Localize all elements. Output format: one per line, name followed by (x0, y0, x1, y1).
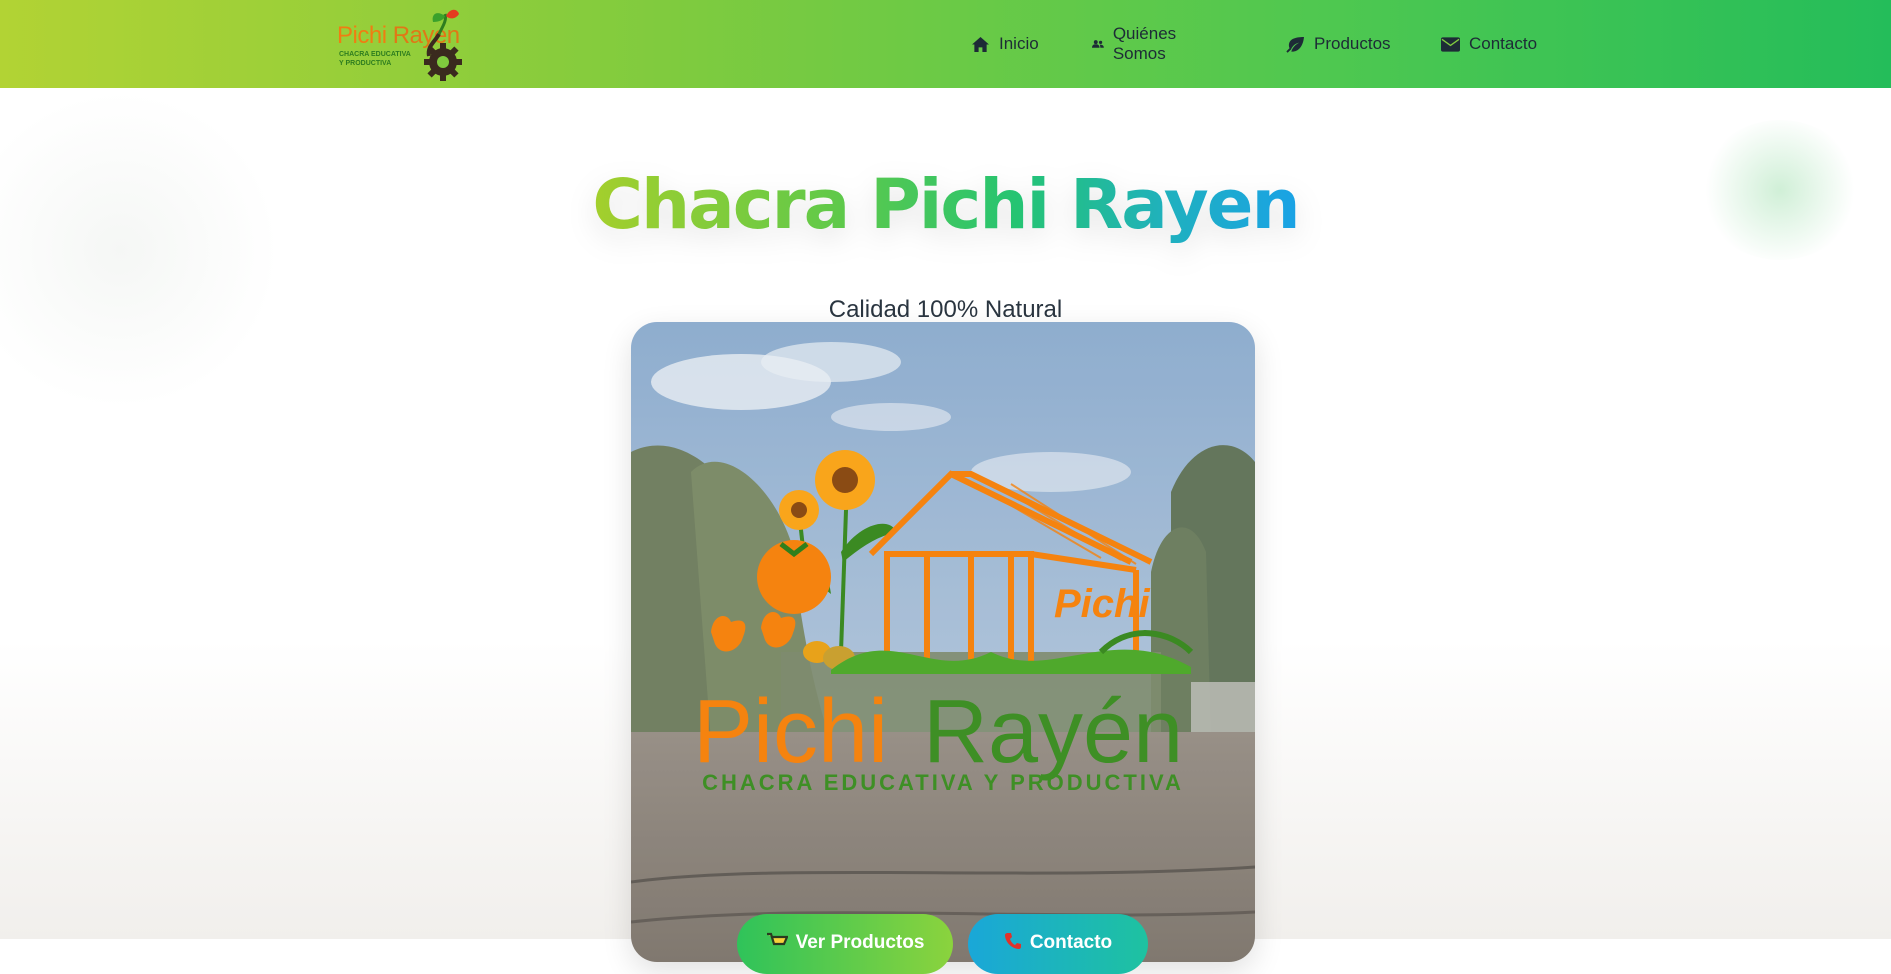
logo-subtitle-line1: CHACRA EDUCATIVA (339, 51, 411, 58)
nav-item-label: Productos (1314, 34, 1391, 53)
image-brand-word2: Rayén (923, 682, 1183, 782)
nav-item-label: Inicio (999, 34, 1039, 53)
contact-button-label: Contacto (1029, 932, 1113, 953)
hero-image: Pichi Pichi Rayén CHACRA EDUCATIVA Y PRO… (631, 322, 1255, 962)
nav-item-contacto[interactable]: Contacto (1441, 31, 1537, 57)
logo-subtitle: CHACRA EDUCATIVA Y PRODUCTIVA (339, 50, 411, 68)
nav-item-label: Contacto (1469, 34, 1538, 53)
phone-icon (1004, 932, 1022, 956)
leaf-icon (1286, 36, 1304, 53)
image-tagline: CHACRA EDUCATIVA Y PRODUCTIVA (702, 770, 1184, 795)
hero-subtitle: Calidad 100% Natural (828, 296, 1063, 323)
nav-item-label: Quiénes Somos (1112, 24, 1177, 63)
farm-photo-with-logo: Pichi Pichi Rayén CHACRA EDUCATIVA Y PRO… (631, 322, 1255, 962)
logo-word-pichi: Pichi (337, 22, 387, 49)
view-products-button[interactable]: Ver Productos (737, 914, 953, 974)
hero-title-text: Chacra Pichi Rayen (592, 165, 1300, 245)
users-icon (1092, 40, 1104, 48)
hero-title: Chacra Pichi Rayen (0, 160, 1891, 250)
logo-subtitle-line2: Y PRODUCTIVA (339, 60, 392, 67)
background-glow-left (0, 90, 280, 410)
nav-item-inicio[interactable]: Inicio (971, 31, 1039, 57)
image-brand-small: Pichi (1054, 582, 1150, 626)
contact-button[interactable]: Contacto (968, 914, 1148, 974)
image-brand-word1: Pichi (693, 682, 888, 782)
envelope-icon (1441, 36, 1460, 52)
shopping-cart-icon (766, 932, 789, 956)
navbar: Pichi Rayen CHACRA EDUCATIVA Y PRODUCTIV… (0, 0, 1891, 88)
logo[interactable]: Pichi Rayen CHACRA EDUCATIVA Y PRODUCTIV… (335, 4, 465, 82)
nav-item-quienes-somos[interactable]: Quiénes Somos (1092, 24, 1184, 63)
view-products-label: Ver Productos (795, 932, 925, 953)
sprout-gear-icon (424, 9, 462, 81)
nav-item-productos[interactable]: Productos (1286, 31, 1391, 57)
home-icon (972, 36, 989, 52)
